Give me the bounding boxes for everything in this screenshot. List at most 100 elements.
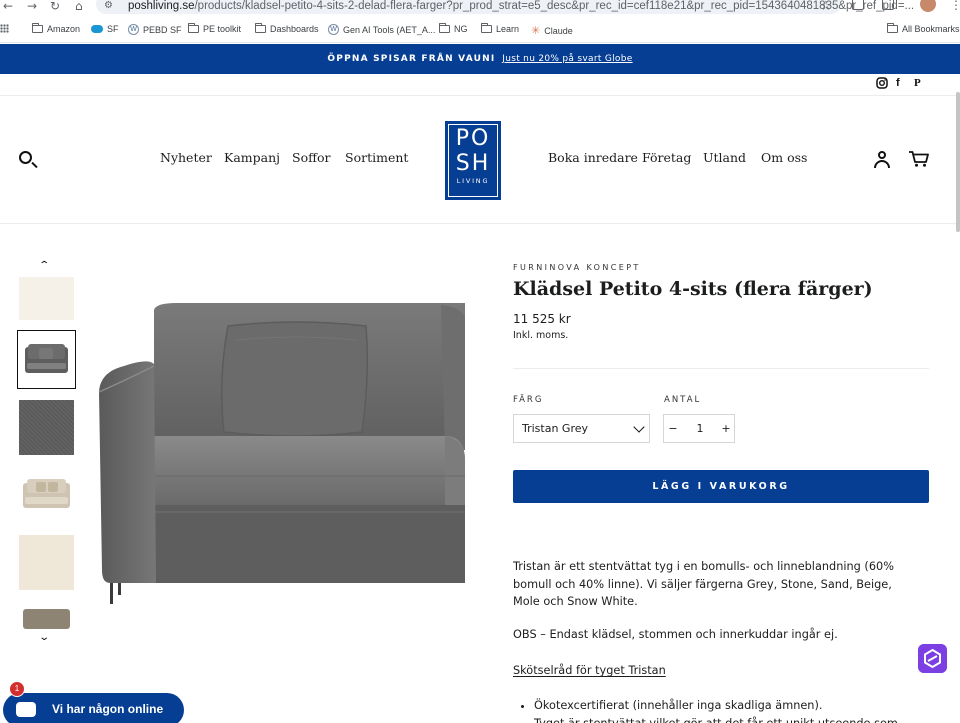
back-icon[interactable]: ← [3, 0, 13, 12]
thumbnail-6[interactable] [19, 607, 74, 629]
bookmark-ng[interactable]: NG [438, 23, 468, 34]
w-icon: W [128, 24, 139, 35]
bookmark-gen-ai-tools[interactable]: W Gen AI Tools (AET_A... [328, 24, 435, 35]
all-bookmarks[interactable]: All Bookmarks [886, 23, 960, 34]
info-divider [513, 368, 929, 369]
cart-icon[interactable] [909, 151, 929, 167]
folder-icon [254, 23, 266, 33]
assistant-widget-icon[interactable] [918, 644, 947, 673]
thumbnail-1[interactable] [19, 277, 74, 320]
thumbs-up-arrow-icon[interactable]: ⌃ [38, 260, 50, 271]
nav-sortiment[interactable]: Sortiment [345, 150, 408, 165]
bookmark-label: Amazon [47, 24, 81, 34]
thumbnail-2-selected[interactable] [17, 330, 76, 389]
nav-utland[interactable]: Utland [703, 150, 746, 165]
bookmark-amazon[interactable]: Amazon [31, 23, 81, 34]
header-bottom-divider [0, 223, 960, 224]
claude-icon: ✳ [531, 25, 541, 37]
tax-note: Inkl. moms. [513, 330, 569, 341]
bookmark-label: Learn [496, 24, 520, 34]
quantity-decrease-button[interactable]: − [668, 415, 678, 442]
care-instructions-link[interactable]: Skötselråd för tyget Tristan [513, 664, 666, 677]
bookmark-label: NG [454, 24, 468, 34]
announcement-bar: ÖPPNA SPISAR FRÅN VAUNI Just nu 20% på s… [0, 44, 960, 74]
page-scrollbar[interactable] [956, 92, 960, 232]
bookmark-sf[interactable]: SF [91, 24, 119, 34]
bookmark-label: Gen AI Tools (AET_A... [343, 24, 436, 35]
url-host: poshliving.se [128, 0, 195, 12]
apps-grid-icon[interactable] [0, 24, 9, 33]
product-title: Klädsel Petito 4-sits (flera färger) [513, 278, 873, 300]
folder-icon [187, 23, 199, 33]
list-item: Ökotexcertifierat (innehåller inga skadl… [534, 697, 924, 715]
logo-line-2: SH [455, 151, 491, 176]
chat-widget-button[interactable]: Vi har någon online [3, 693, 184, 723]
announcement-link[interactable]: Just nu 20% på svart Globe [502, 54, 632, 64]
browser-menu-icon[interactable]: ⋮ [950, 0, 960, 12]
quantity-stepper[interactable]: − 1 + [663, 414, 735, 443]
site-info-icon[interactable]: ⚙ [104, 0, 113, 12]
instagram-icon[interactable] [876, 77, 888, 89]
thumbs-down-arrow-icon[interactable]: ⌄ [38, 632, 50, 643]
cloud-icon [91, 25, 103, 33]
chat-unread-badge: 1 [9, 681, 25, 697]
bookmarks-bar: Amazon SF W PEBD SF PE toolkit Dashboards… [0, 19, 960, 43]
reload-icon[interactable]: ↻ [50, 0, 60, 12]
folder-icon [438, 23, 450, 33]
add-to-cart-button[interactable]: LÄGG I VARUKORG [513, 470, 929, 503]
thumbnail-4[interactable] [19, 467, 74, 522]
color-select[interactable]: Tristan Grey [513, 414, 650, 443]
account-icon[interactable] [874, 151, 890, 168]
bookmark-label: All Bookmarks [902, 24, 960, 34]
bookmark-learn[interactable]: Learn [480, 23, 520, 34]
extensions-puzzle-icon[interactable] [882, 0, 894, 10]
bookmark-pebd-sf[interactable]: W PEBD SF [128, 24, 182, 35]
bookmark-label: PEBD SF [143, 24, 182, 35]
thumbnail-5-fabric[interactable] [19, 535, 74, 590]
search-icon[interactable] [19, 151, 32, 164]
header-divider [0, 95, 960, 96]
quantity-label: ANTAL [664, 395, 702, 405]
bookmark-dashboards[interactable]: Dashboards [254, 23, 319, 34]
logo-line-3: LIVING [456, 177, 490, 185]
folder-icon [480, 23, 492, 33]
posh-living-logo[interactable]: PO SH LIVING [445, 121, 501, 200]
main-product-image [98, 303, 465, 604]
bookmark-star-icon[interactable]: ☆ [820, 0, 832, 14]
nav-foretag[interactable]: Företag [642, 150, 691, 165]
chat-bubble-icon [16, 702, 36, 717]
home-icon[interactable]: ⌂ [75, 0, 83, 12]
profile-avatar[interactable] [920, 0, 936, 12]
quantity-increase-button[interactable]: + [721, 415, 731, 442]
nav-soffor[interactable]: Soffor [292, 150, 330, 165]
bookmark-label: Dashboards [270, 24, 319, 34]
product-notice: OBS – Endast klädsel, stommen och innerk… [513, 628, 838, 641]
bookmark-claude[interactable]: ✳ Claude [531, 24, 573, 37]
facebook-icon[interactable]: f [896, 77, 900, 89]
quantity-value[interactable]: 1 [694, 415, 706, 442]
folder-icon [31, 23, 43, 33]
forward-icon[interactable]: → [27, 0, 37, 12]
list-item: Tyget är stentvättat vilket gör att det … [534, 715, 924, 723]
extension-icon[interactable] [852, 0, 864, 10]
thumbnail-3-fabric[interactable] [19, 400, 74, 455]
nav-kampanj[interactable]: Kampanj [224, 150, 280, 165]
bookmark-pe-toolkit[interactable]: PE toolkit [187, 23, 242, 34]
pinterest-icon[interactable]: P [914, 77, 921, 89]
bookmark-label: SF [107, 24, 119, 34]
feature-list: Ökotexcertifierat (innehåller inga skadl… [534, 697, 924, 723]
chat-label: Vi har någon online [52, 702, 164, 716]
logo-line-1: PO [455, 126, 491, 151]
url-text[interactable]: poshliving.se/products/kladsel-petito-4-… [128, 0, 914, 12]
nav-boka-inredare[interactable]: Boka inredare [548, 150, 638, 165]
color-label: FÄRG [513, 395, 544, 405]
product-price: 11 525 kr [513, 312, 571, 326]
bookmark-label: PE toolkit [203, 24, 242, 34]
product-vendor[interactable]: FURNINOVA KONCEPT [513, 263, 641, 272]
nav-om-oss[interactable]: Om oss [761, 150, 807, 165]
color-select-value: Tristan Grey [522, 422, 589, 435]
chevron-down-icon [633, 421, 645, 433]
product-description: Tristan är ett stentvättat tyg i en bomu… [513, 560, 894, 608]
nav-nyheter[interactable]: Nyheter [160, 150, 212, 165]
bookmark-label: Claude [544, 25, 573, 36]
